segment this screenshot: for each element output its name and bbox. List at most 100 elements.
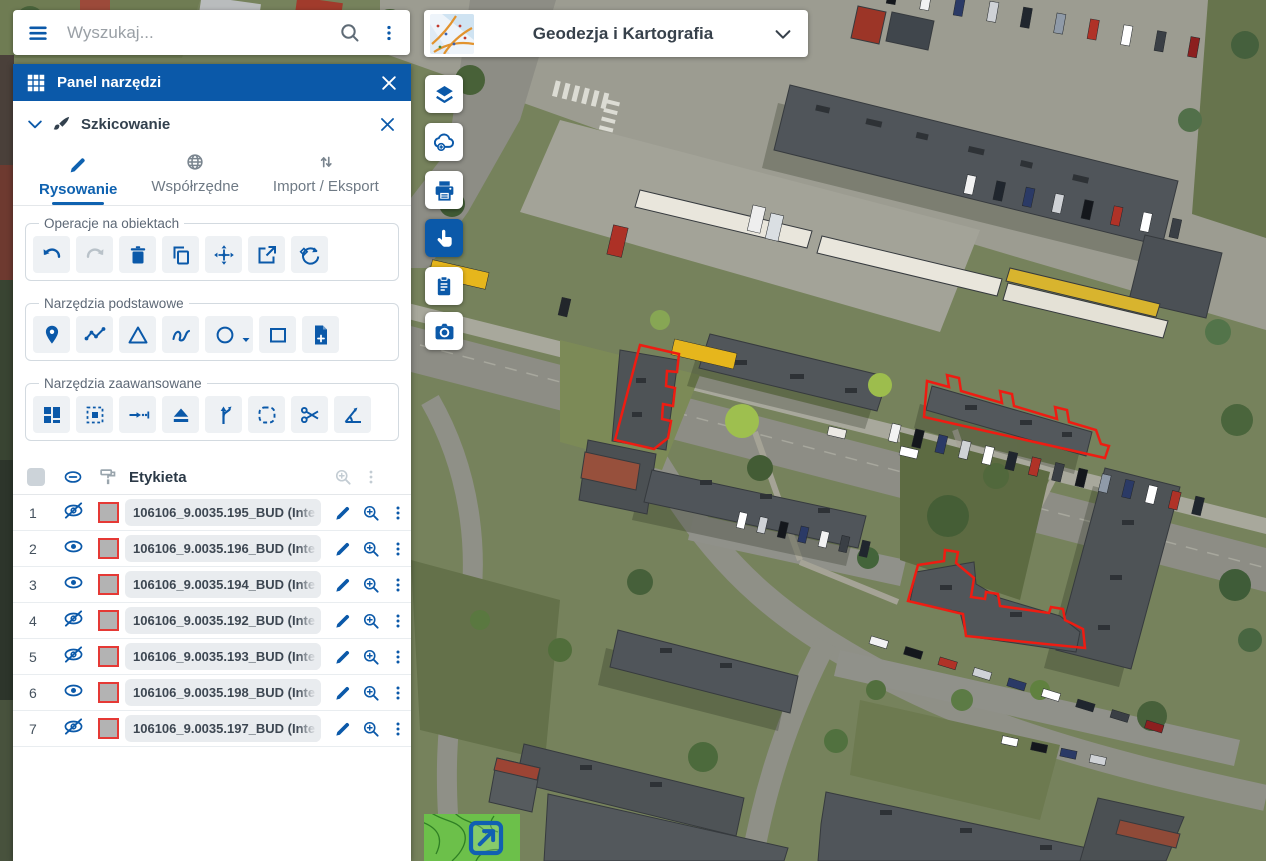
camera-button[interactable] xyxy=(425,312,463,350)
select-lasso-button[interactable] xyxy=(248,396,285,433)
table-row[interactable]: 4 106106_9.0035.192_BUD (Inte xyxy=(13,603,411,639)
zoom-to-feature-icon[interactable] xyxy=(357,575,385,595)
color-swatch[interactable] xyxy=(98,538,119,559)
color-swatch[interactable] xyxy=(98,718,119,739)
table-row[interactable]: 7 106106_9.0035.197_BUD (Inte xyxy=(13,711,411,747)
measure-angle-button[interactable] xyxy=(334,396,371,433)
draw-blocks-button[interactable] xyxy=(33,396,70,433)
zoom-to-feature-icon[interactable] xyxy=(357,647,385,667)
extrude-button[interactable] xyxy=(162,396,199,433)
visibility-toggle-icon[interactable] xyxy=(55,535,91,563)
color-swatch[interactable] xyxy=(98,574,119,595)
clipboard-button[interactable] xyxy=(425,267,463,305)
row-menu-icon[interactable] xyxy=(385,503,411,523)
section-close-icon[interactable] xyxy=(378,115,397,134)
draw-polygon-button[interactable] xyxy=(119,316,156,353)
table-row[interactable]: 1 106106_9.0035.195_BUD (Inte xyxy=(13,495,411,531)
zoom-to-feature-icon[interactable] xyxy=(357,539,385,559)
overview-minimap[interactable] xyxy=(424,814,520,861)
tab-wspolrzedne[interactable]: Współrzędne xyxy=(147,147,243,205)
row-menu-icon[interactable] xyxy=(385,611,411,631)
merge-button[interactable] xyxy=(205,396,242,433)
table-row[interactable]: 5 106106_9.0035.193_BUD (Inte xyxy=(13,639,411,675)
label-chip[interactable]: 106106_9.0035.193_BUD (Inte xyxy=(125,643,321,670)
collapse-chevron-icon[interactable] xyxy=(25,114,45,134)
zoom-to-feature-icon[interactable] xyxy=(357,719,385,739)
row-menu-icon[interactable] xyxy=(385,719,411,739)
select-all-checkbox[interactable] xyxy=(27,468,45,486)
visibility-toggle-icon[interactable] xyxy=(55,607,91,635)
undo-button[interactable] xyxy=(33,236,70,273)
edit-pencil-icon[interactable] xyxy=(329,539,357,559)
label-chip[interactable]: 106106_9.0035.194_BUD (Inte xyxy=(125,571,321,598)
zoom-to-feature-icon[interactable] xyxy=(357,683,385,703)
select-rectangle-button[interactable] xyxy=(76,396,113,433)
tab-import-eksport[interactable]: Import / Eksport xyxy=(269,147,383,205)
row-menu-icon[interactable] xyxy=(385,539,411,559)
move-button[interactable] xyxy=(205,236,242,273)
color-swatch[interactable] xyxy=(98,682,119,703)
menu-icon[interactable] xyxy=(25,20,51,46)
row-menu-icon[interactable] xyxy=(385,575,411,595)
label-chip[interactable]: 106106_9.0035.192_BUD (Inte xyxy=(125,607,321,634)
edit-pencil-icon[interactable] xyxy=(329,683,357,703)
panel-header[interactable]: Panel narzędzi xyxy=(13,64,411,101)
app-header[interactable]: Geodezja i Kartografia xyxy=(424,10,808,57)
paint-roller-icon[interactable] xyxy=(91,466,125,488)
snap-trace-button[interactable] xyxy=(119,396,156,433)
color-swatch[interactable] xyxy=(98,502,119,523)
visibility-toggle-icon[interactable] xyxy=(55,571,91,599)
print-button[interactable] xyxy=(425,171,463,209)
tab-rysowanie[interactable]: Rysowanie xyxy=(35,150,121,205)
delete-button[interactable] xyxy=(119,236,156,273)
color-swatch[interactable] xyxy=(98,610,119,631)
pencil-icon xyxy=(67,152,89,178)
label-chip[interactable]: 106106_9.0035.197_BUD (Inte xyxy=(125,715,321,742)
draw-circle-button[interactable] xyxy=(205,316,253,353)
layers-button[interactable] xyxy=(425,75,463,113)
edit-pencil-icon[interactable] xyxy=(329,647,357,667)
draw-point-button[interactable] xyxy=(33,316,70,353)
zoom-to-feature-icon[interactable] xyxy=(357,611,385,631)
toggle-all-visibility-icon[interactable] xyxy=(55,466,91,488)
draw-rectangle-button[interactable] xyxy=(259,316,296,353)
color-swatch[interactable] xyxy=(98,646,119,667)
cut-button[interactable] xyxy=(291,396,328,433)
edit-pencil-icon[interactable] xyxy=(329,503,357,523)
table-row[interactable]: 6 106106_9.0035.198_BUD (Inte xyxy=(13,675,411,711)
table-menu-icon[interactable] xyxy=(357,467,385,487)
expand-icon[interactable] xyxy=(471,823,501,853)
edit-pencil-icon[interactable] xyxy=(329,575,357,595)
add-from-file-button[interactable] xyxy=(302,316,339,353)
visibility-toggle-icon[interactable] xyxy=(55,643,91,671)
export-object-button[interactable] xyxy=(248,236,285,273)
visibility-toggle-icon[interactable] xyxy=(55,679,91,707)
row-menu-icon[interactable] xyxy=(385,647,411,667)
table-row[interactable]: 3 106106_9.0035.194_BUD (Inte xyxy=(13,567,411,603)
visibility-toggle-icon[interactable] xyxy=(55,715,91,743)
visibility-toggle-icon[interactable] xyxy=(55,499,91,527)
label-chip[interactable]: 106106_9.0035.198_BUD (Inte xyxy=(125,679,321,706)
label-chip[interactable]: 106106_9.0035.196_BUD (Inte xyxy=(125,535,321,562)
draw-freehand-button[interactable] xyxy=(162,316,199,353)
rotate-button[interactable] xyxy=(291,236,328,273)
table-row[interactable]: 2 106106_9.0035.196_BUD (Inte xyxy=(13,531,411,567)
edit-pencil-icon[interactable] xyxy=(329,719,357,739)
edit-pencil-icon[interactable] xyxy=(329,611,357,631)
group-narzedzia-zaawansowane: Narzędzia zaawansowane xyxy=(25,376,399,441)
search-icon[interactable] xyxy=(338,21,362,45)
redo-button[interactable] xyxy=(76,236,113,273)
copy-button[interactable] xyxy=(162,236,199,273)
left-edge-strip xyxy=(0,55,14,861)
chevron-down-icon[interactable] xyxy=(772,23,794,45)
cloud-sync-button[interactable] xyxy=(425,123,463,161)
panel-close-icon[interactable] xyxy=(379,73,399,93)
search-input[interactable] xyxy=(65,22,330,44)
search-menu-kebab-icon[interactable] xyxy=(378,22,400,44)
label-chip[interactable]: 106106_9.0035.195_BUD (Inte xyxy=(125,499,321,526)
zoom-to-feature-icon[interactable] xyxy=(357,503,385,523)
touch-select-button[interactable] xyxy=(425,219,463,257)
table-search-icon[interactable] xyxy=(329,467,357,487)
row-menu-icon[interactable] xyxy=(385,683,411,703)
draw-polyline-button[interactable] xyxy=(76,316,113,353)
